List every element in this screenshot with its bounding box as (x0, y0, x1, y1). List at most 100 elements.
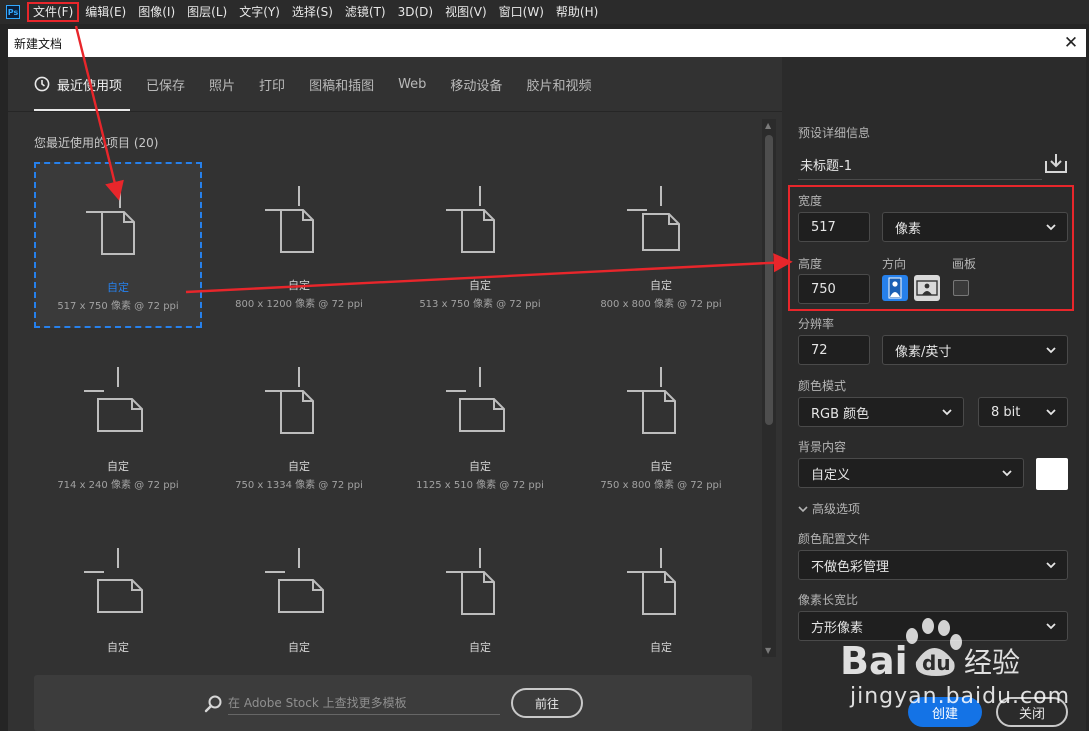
preset-size: 513 x 750 像素 @ 72 ppi (419, 299, 541, 310)
preset-size: 1125 x 510 像素 @ 72 ppi (416, 480, 544, 491)
document-icon (446, 186, 495, 253)
chevron-down-icon (1046, 562, 1056, 569)
background-color-swatch[interactable] (1036, 458, 1068, 490)
tab[interactable]: 已保存 (146, 75, 185, 94)
document-icon (627, 186, 680, 251)
background-dropdown[interactable]: 自定义 (798, 458, 1024, 488)
color-profile-dropdown[interactable]: 不做色彩管理 (798, 550, 1068, 580)
close-icon[interactable]: ✕ (1056, 33, 1086, 53)
pixel-aspect-dropdown[interactable]: 方形像素 (798, 611, 1068, 641)
background-value: 自定义 (811, 467, 851, 483)
height-field[interactable] (798, 274, 870, 304)
scroll-down-arrow-icon[interactable]: ▼ (765, 646, 771, 655)
scrollbar[interactable]: ▲ ▼ (762, 119, 776, 657)
close-button[interactable]: 关闭 (996, 697, 1068, 727)
width-unit-dropdown[interactable]: 像素 (882, 212, 1068, 242)
preset-tile[interactable]: 自定 800 x 800 像素 @ 72 ppi (577, 162, 745, 328)
tab-label: 打印 (259, 78, 286, 94)
preset-tile[interactable]: 自定 (34, 524, 202, 690)
preset-name: 自定 (469, 279, 491, 292)
preset-tile[interactable]: 自定 (215, 524, 383, 690)
tab[interactable]: 照片 (209, 75, 235, 94)
menu-item[interactable]: 滤镜(T) (339, 2, 392, 22)
bit-depth-dropdown[interactable]: 8 bit (978, 397, 1068, 427)
tab[interactable]: 移动设备 (450, 75, 502, 94)
preset-size: 517 x 750 像素 @ 72 ppi (57, 301, 179, 312)
menu-item[interactable]: 编辑(E) (79, 2, 132, 22)
preset-tile[interactable]: 自定 750 x 800 像素 @ 72 ppi (577, 343, 745, 509)
advanced-options-toggle[interactable]: 高级选项 (798, 500, 860, 517)
menu-item[interactable]: 图像(I) (132, 2, 181, 22)
preset-size: 800 x 1200 像素 @ 72 ppi (235, 299, 363, 310)
width-unit-value: 像素 (895, 221, 922, 237)
preset-name: 自定 (469, 460, 491, 473)
portrait-orientation-button[interactable] (882, 275, 908, 301)
tab-label: 已保存 (146, 78, 186, 94)
menu-item[interactable]: 帮助(H) (550, 2, 604, 22)
scroll-up-arrow-icon[interactable]: ▲ (765, 121, 771, 130)
document-icon (265, 367, 314, 434)
menu-items: 文件(F) 编辑(E) 图像(I) 图层(L) 文字(Y) 选择(S) 滤镜(T) 3D(D)… (27, 2, 604, 22)
menu-item[interactable]: 选择(S) (286, 2, 339, 22)
preset-name: 自定 (107, 460, 129, 473)
tab[interactable]: 胶片和视频 (526, 75, 591, 94)
preset-tile[interactable]: 自定 (577, 524, 745, 690)
preset-tile[interactable]: 自定 517 x 750 像素 @ 72 ppi (34, 162, 202, 328)
tab[interactable]: 打印 (259, 75, 285, 94)
menu-item[interactable]: 文件(F) (27, 2, 80, 22)
scroll-thumb[interactable] (765, 135, 773, 425)
tab[interactable]: 图稿和插图 (309, 75, 374, 94)
menu-item[interactable]: 窗口(W) (493, 2, 550, 22)
preset-tile[interactable]: 自定 800 x 1200 像素 @ 72 ppi (215, 162, 383, 328)
document-icon (84, 548, 143, 613)
stock-search-input[interactable] (228, 691, 500, 715)
resolution-unit-dropdown[interactable]: 像素/英寸 (882, 335, 1068, 365)
artboard-checkbox[interactable] (953, 280, 969, 296)
dialog-title: 新建文档 (14, 36, 63, 51)
tab-label: 最近使用项 (57, 78, 123, 94)
preset-details-panel: 预设详细信息 未标题-1 宽度 像素 高度 方向 画板 分辨率 像素/英寸 (782, 57, 1086, 731)
bit-depth-value: 8 bit (991, 404, 1021, 420)
height-label: 高度 (798, 257, 823, 271)
preset-size: 750 x 1334 像素 @ 72 ppi (235, 480, 363, 491)
menu-item[interactable]: 文字(Y) (233, 2, 286, 22)
preset-name: 自定 (650, 641, 672, 654)
resolution-field[interactable] (798, 335, 870, 365)
color-profile-label: 颜色配置文件 (798, 532, 871, 546)
presets-panel: 最近使用项 已保存 照片 打印 图稿和插图 Web 移动设备 胶片和视频 您最近使用的项目 (… (8, 57, 782, 731)
color-mode-dropdown[interactable]: RGB 颜色 (798, 397, 964, 427)
menu-item[interactable]: 图层(L) (181, 2, 233, 22)
preset-tile[interactable]: 自定 1125 x 510 像素 @ 72 ppi (396, 343, 564, 509)
preset-tile[interactable]: 自定 714 x 240 像素 @ 72 ppi (34, 343, 202, 509)
landscape-orientation-button[interactable] (914, 275, 940, 301)
tab-label: 照片 (209, 78, 236, 94)
create-button[interactable]: 创建 (908, 697, 982, 727)
preset-name: 自定 (288, 460, 310, 473)
chevron-down-icon (1002, 470, 1012, 477)
preset-size: 714 x 240 像素 @ 72 ppi (57, 480, 179, 491)
tab[interactable]: 最近使用项 (34, 75, 122, 94)
background-label: 背景内容 (798, 440, 847, 454)
chevron-down-icon (942, 409, 952, 416)
pixel-aspect-label: 像素长宽比 (798, 593, 859, 607)
preset-tile[interactable]: 自定 (396, 524, 564, 690)
recent-heading: 您最近使用的项目 (20) (34, 136, 159, 150)
preset-name: 自定 (650, 460, 672, 473)
tab-label: 胶片和视频 (526, 78, 592, 94)
menu-item[interactable]: 3D(D) (392, 2, 439, 22)
clock-icon (34, 76, 50, 92)
portrait-person-icon (888, 277, 902, 299)
tabs-divider (8, 111, 782, 112)
tab-label: 移动设备 (450, 78, 503, 94)
tab[interactable]: Web (398, 77, 426, 92)
menu-item[interactable]: 视图(V) (439, 2, 493, 22)
width-field[interactable] (798, 212, 870, 242)
preset-tile[interactable]: 自定 513 x 750 像素 @ 72 ppi (396, 162, 564, 328)
preset-tile[interactable]: 自定 750 x 1334 像素 @ 72 ppi (215, 343, 383, 509)
search-icon (204, 695, 222, 713)
pixel-aspect-value: 方形像素 (811, 620, 864, 636)
document-icon (627, 367, 676, 434)
go-button[interactable]: 前往 (511, 688, 583, 718)
save-preset-icon[interactable] (1044, 152, 1068, 174)
document-name[interactable]: 未标题-1 (800, 155, 852, 174)
